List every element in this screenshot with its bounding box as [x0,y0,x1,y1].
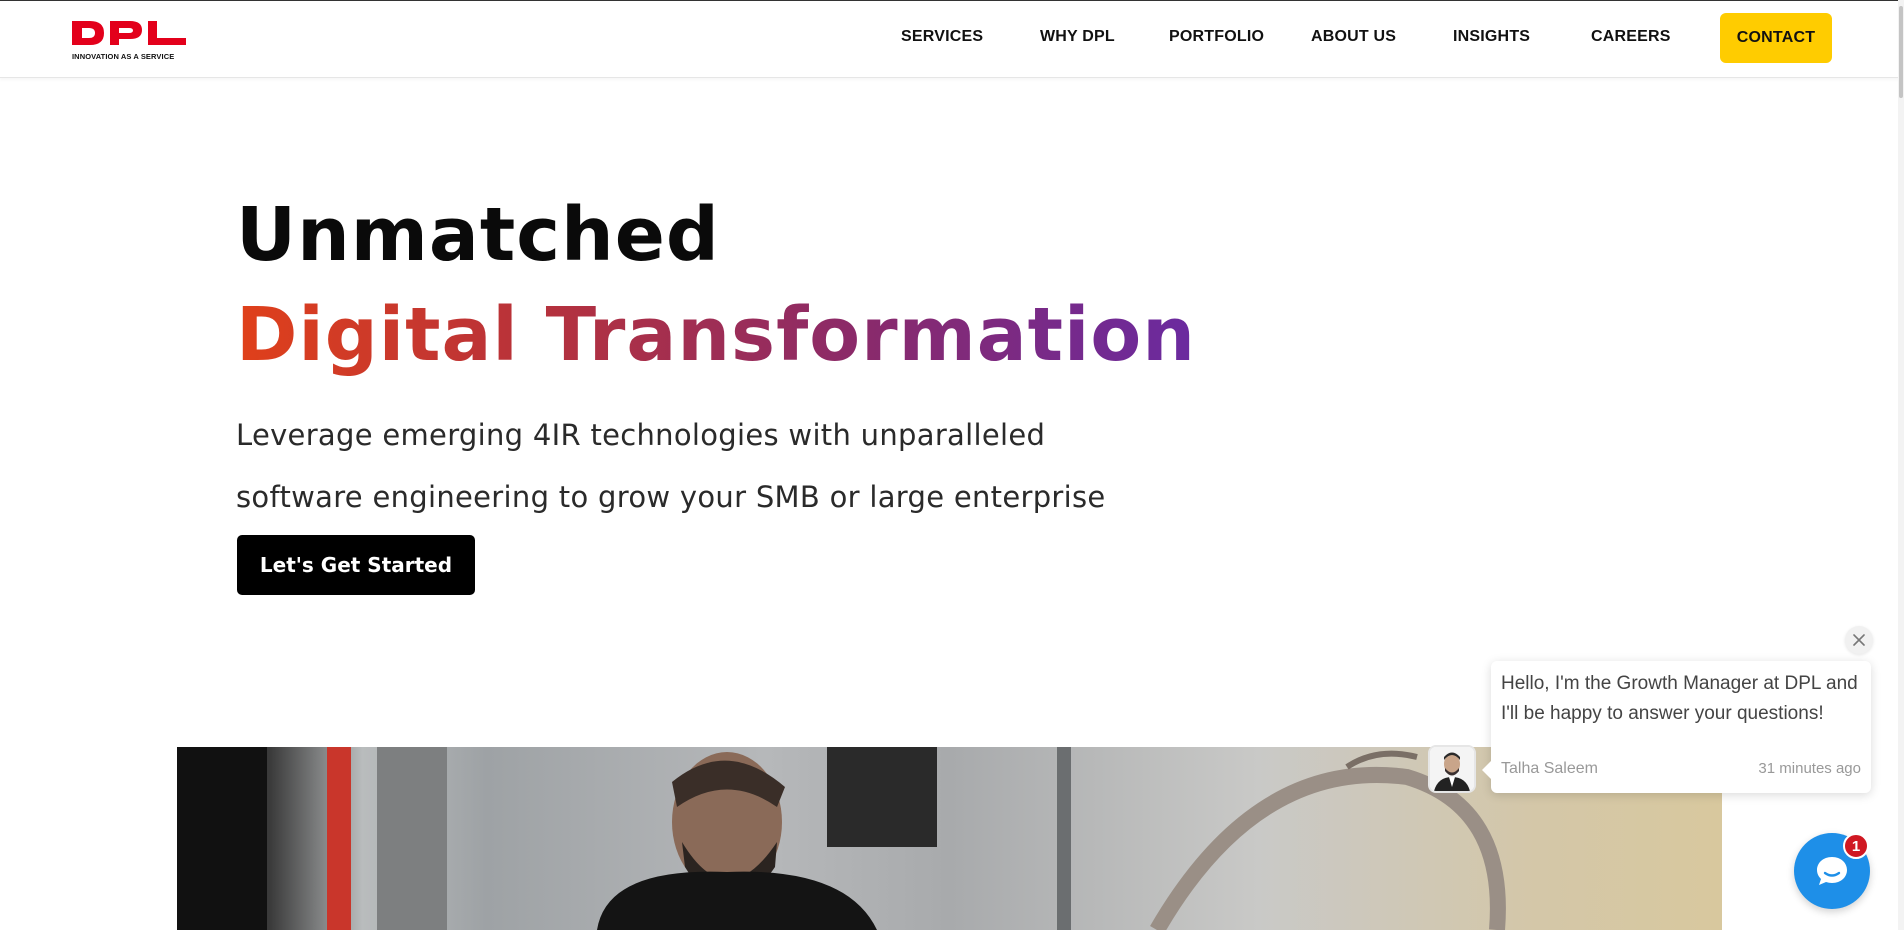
chat-close-button[interactable] [1845,626,1873,654]
logo-tagline: INNOVATION AS A SERVICE [72,52,175,61]
unread-count-badge: 1 [1843,833,1869,859]
hero-subtitle: Leverage emerging 4IR technologies with … [236,404,1136,528]
page-scrollbar[interactable] [1898,0,1904,930]
agent-avatar-icon [1430,747,1474,791]
nav-services[interactable]: SERVICES [901,28,983,46]
nav-insights[interactable]: INSIGHTS [1453,28,1530,46]
hero-title-line2: Digital Transformation [236,292,1196,378]
nav-careers[interactable]: CAREERS [1591,28,1671,46]
hero-title-line1: Unmatched [236,192,720,278]
close-icon [1853,634,1865,646]
get-started-button[interactable]: Let's Get Started [237,535,475,595]
avatar [1428,745,1476,793]
scrollbar-thumb[interactable] [1899,6,1903,98]
nav-about-us[interactable]: ABOUT US [1311,28,1396,46]
nav-portfolio[interactable]: PORTFOLIO [1169,28,1264,46]
dpl-logo-mark [72,21,186,45]
chat-message-text: Hello, I'm the Growth Manager at DPL and… [1501,673,1858,724]
chat-timestamp: 31 minutes ago [1758,760,1861,777]
hero-subtitle-line2: software engineering to grow your SMB or… [236,480,1106,514]
dpl-logo[interactable]: INNOVATION AS A SERVICE [70,19,200,65]
hero-subtitle-line1: Leverage emerging 4IR technologies with … [236,418,1046,452]
site-header: INNOVATION AS A SERVICE SERVICES WHY DPL… [0,0,1904,78]
nav-why-dpl[interactable]: WHY DPL [1040,28,1115,46]
contact-button[interactable]: CONTACT [1720,13,1832,63]
chat-message-bubble[interactable]: Hello, I'm the Growth Manager at DPL and… [1482,661,1871,793]
chat-sender-name: Talha Saleem [1501,760,1598,777]
chat-bubble-icon [1817,857,1847,885]
